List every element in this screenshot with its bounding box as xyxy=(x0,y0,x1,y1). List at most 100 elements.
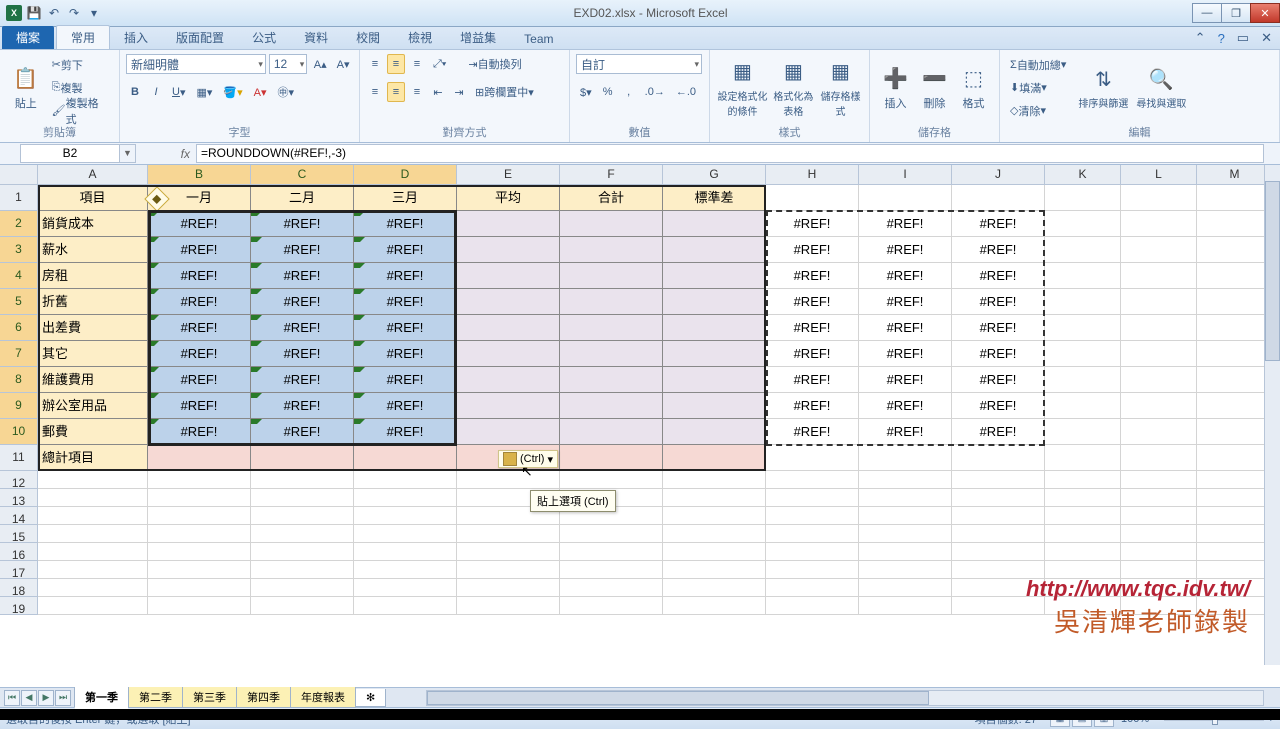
file-tab[interactable]: 檔案 xyxy=(2,26,54,49)
cell[interactable]: #REF! xyxy=(251,237,354,263)
cell[interactable] xyxy=(663,237,766,263)
cell[interactable] xyxy=(457,543,560,561)
cell[interactable]: #REF! xyxy=(354,367,457,393)
format-cells-button[interactable]: ⬚格式 xyxy=(954,53,993,122)
cell[interactable] xyxy=(251,579,354,597)
redo-icon[interactable]: ↷ xyxy=(66,5,82,21)
cell[interactable] xyxy=(1197,393,1273,419)
cell[interactable] xyxy=(457,561,560,579)
cell[interactable] xyxy=(354,471,457,489)
minimize-button[interactable]: — xyxy=(1192,3,1222,23)
cell[interactable] xyxy=(457,289,560,315)
cell[interactable] xyxy=(251,445,354,471)
worksheet-grid[interactable]: ABCDEFGHIJKLM 12345678910111213141516171… xyxy=(0,165,1280,687)
row-header[interactable]: 11 xyxy=(0,445,38,471)
cell[interactable] xyxy=(1197,543,1273,561)
row-header[interactable]: 14 xyxy=(0,507,38,525)
align-top-icon[interactable]: ≡ xyxy=(366,54,384,74)
cell[interactable] xyxy=(1197,185,1273,211)
row-header[interactable]: 9 xyxy=(0,393,38,419)
tab-formulas[interactable]: 公式 xyxy=(238,26,290,49)
cell[interactable]: #REF! xyxy=(354,393,457,419)
cell[interactable]: #REF! xyxy=(952,367,1045,393)
number-format-combo[interactable]: 自訂 xyxy=(576,54,702,74)
cell[interactable] xyxy=(766,185,859,211)
cell[interactable] xyxy=(1197,341,1273,367)
tab-addins[interactable]: 增益集 xyxy=(446,26,510,49)
cell[interactable]: 標準差 xyxy=(663,185,766,211)
cell[interactable] xyxy=(663,525,766,543)
cell[interactable] xyxy=(663,315,766,341)
cell[interactable] xyxy=(457,393,560,419)
indent-dec-icon[interactable]: ⇤ xyxy=(429,82,447,102)
cell[interactable]: 項目 xyxy=(38,185,148,211)
row-header[interactable]: 2 xyxy=(0,211,38,237)
row-header[interactable]: 19 xyxy=(0,597,38,615)
tab-view[interactable]: 檢視 xyxy=(394,26,446,49)
cell[interactable]: #REF! xyxy=(859,419,952,445)
cell[interactable] xyxy=(354,489,457,507)
sort-filter-button[interactable]: ⇅排序與篩選 xyxy=(1076,53,1130,122)
cell[interactable] xyxy=(251,561,354,579)
close-button[interactable]: ✕ xyxy=(1250,3,1280,23)
cell[interactable] xyxy=(1045,419,1121,445)
cell[interactable] xyxy=(1121,471,1197,489)
sheet-tab-5[interactable]: 年度報表 xyxy=(290,687,356,708)
cell[interactable]: #REF! xyxy=(952,211,1045,237)
cell[interactable] xyxy=(560,419,663,445)
cell[interactable] xyxy=(38,561,148,579)
cell[interactable] xyxy=(766,597,859,615)
cell[interactable] xyxy=(952,525,1045,543)
cell[interactable] xyxy=(457,315,560,341)
row-header[interactable]: 8 xyxy=(0,367,38,393)
horizontal-scrollbar[interactable] xyxy=(426,690,1264,706)
cell[interactable] xyxy=(1045,237,1121,263)
cell[interactable]: #REF! xyxy=(354,211,457,237)
cell[interactable] xyxy=(1121,263,1197,289)
row-header[interactable]: 5 xyxy=(0,289,38,315)
cell[interactable] xyxy=(859,561,952,579)
cell[interactable]: 三月 xyxy=(354,185,457,211)
cell[interactable]: #REF! xyxy=(766,341,859,367)
cell[interactable] xyxy=(663,341,766,367)
bold-button[interactable]: B xyxy=(126,82,144,102)
cell[interactable] xyxy=(148,597,251,615)
cell[interactable] xyxy=(148,561,251,579)
cell[interactable] xyxy=(354,561,457,579)
cell[interactable]: #REF! xyxy=(148,393,251,419)
cell[interactable]: #REF! xyxy=(859,289,952,315)
cell[interactable]: #REF! xyxy=(952,393,1045,419)
cell[interactable] xyxy=(766,543,859,561)
italic-button[interactable]: I xyxy=(147,82,165,102)
row-header[interactable]: 17 xyxy=(0,561,38,579)
sheet-nav-next-icon[interactable]: ▶ xyxy=(38,690,54,706)
cell[interactable] xyxy=(560,263,663,289)
cell[interactable] xyxy=(560,579,663,597)
align-center-icon[interactable]: ≡ xyxy=(387,82,405,102)
fx-label[interactable]: fx xyxy=(136,147,196,161)
cell[interactable] xyxy=(148,507,251,525)
cell[interactable]: #REF! xyxy=(952,315,1045,341)
cell[interactable]: #REF! xyxy=(148,237,251,263)
cell[interactable] xyxy=(251,489,354,507)
workbook-close-icon[interactable]: ✕ xyxy=(1255,27,1278,49)
cell[interactable]: 辦公室用品 xyxy=(38,393,148,419)
cell[interactable] xyxy=(1121,489,1197,507)
cell[interactable] xyxy=(859,471,952,489)
cell[interactable] xyxy=(859,185,952,211)
cell[interactable] xyxy=(560,543,663,561)
cell[interactable] xyxy=(663,263,766,289)
paste-button[interactable]: 📋 貼上 xyxy=(6,53,46,122)
column-header[interactable]: D xyxy=(354,165,457,185)
cell[interactable] xyxy=(663,289,766,315)
cell[interactable] xyxy=(663,561,766,579)
cell[interactable] xyxy=(38,543,148,561)
cell[interactable] xyxy=(1045,211,1121,237)
cell[interactable] xyxy=(952,445,1045,471)
cell[interactable]: 折舊 xyxy=(38,289,148,315)
cell[interactable]: #REF! xyxy=(251,367,354,393)
column-header[interactable]: C xyxy=(251,165,354,185)
cell[interactable] xyxy=(859,543,952,561)
sheet-nav-last-icon[interactable]: ⏭ xyxy=(55,690,71,706)
cell[interactable] xyxy=(1121,445,1197,471)
